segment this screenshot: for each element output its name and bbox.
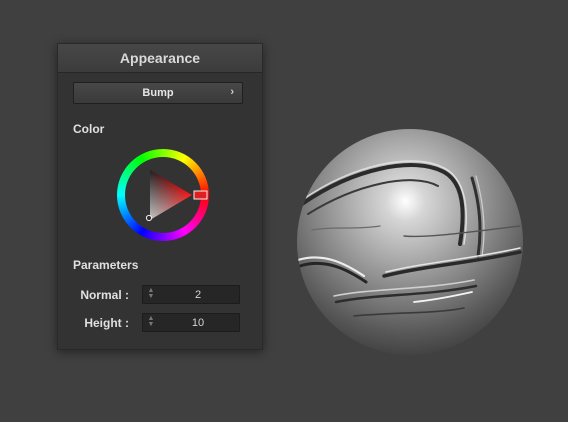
normal-param-row: Normal : ▲ ▼ 2 — [58, 285, 262, 305]
normal-input[interactable]: ▲ ▼ 2 — [142, 285, 240, 304]
color-section-title: Color — [73, 122, 105, 136]
normal-value: 2 — [194, 289, 202, 301]
height-label: Height : — [84, 316, 129, 330]
bump-sphere-preview — [297, 129, 523, 355]
stepper-arrows-icon[interactable]: ▲ ▼ — [147, 287, 155, 301]
stepper-arrows-icon[interactable]: ▲ ▼ — [147, 315, 155, 329]
color-picker-handle[interactable] — [145, 214, 153, 222]
hue-selector-handle[interactable] — [193, 190, 208, 200]
appearance-panel: Appearance Bump › Color Parameters Norma… — [57, 43, 263, 350]
panel-title: Appearance — [58, 44, 262, 73]
dropdown-label: Bump — [142, 87, 174, 99]
chevron-right-icon: › — [230, 86, 234, 98]
height-param-row: Height : ▲ ▼ 10 — [58, 313, 262, 333]
normal-label: Normal : — [80, 288, 129, 302]
color-wheel[interactable] — [116, 148, 210, 242]
parameters-section-title: Parameters — [73, 258, 139, 272]
height-input[interactable]: ▲ ▼ 10 — [142, 313, 240, 332]
height-value: 10 — [191, 317, 205, 329]
material-type-dropdown[interactable]: Bump › — [73, 82, 243, 104]
